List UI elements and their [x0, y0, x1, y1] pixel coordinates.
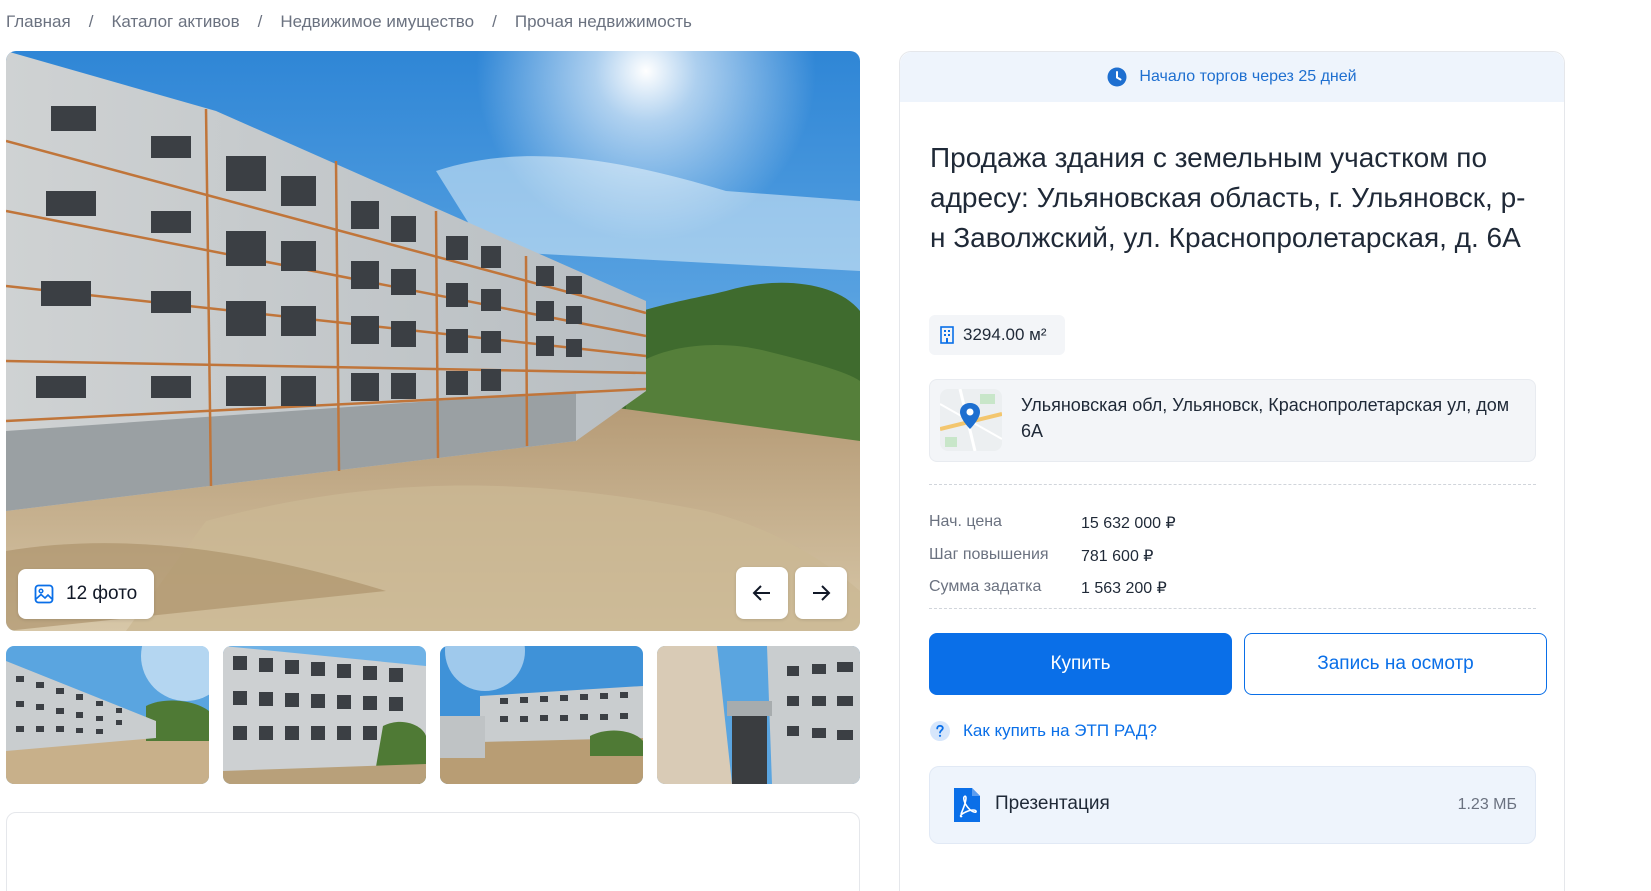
lot-details-card	[6, 812, 860, 891]
area-badge: 3294.00 м²	[929, 315, 1065, 355]
document-size: 1.23 МБ	[1457, 796, 1517, 813]
thumbnail-image	[6, 646, 209, 784]
bid-step-row: Шаг повышения 781 600 ₽	[929, 546, 1153, 566]
breadcrumb-other-real-estate[interactable]: Прочая недвижимость	[515, 12, 692, 32]
auction-start-banner: Начало торгов через 25 дней	[900, 52, 1564, 102]
address-card[interactable]: Ульяновская обл, Ульяновск, Краснопролет…	[929, 379, 1536, 462]
deposit-label: Сумма задатка	[929, 578, 1042, 595]
lot-info-panel: Начало торгов через 25 дней Продажа здан…	[899, 51, 1565, 891]
bid-step-label: Шаг повышения	[929, 546, 1049, 563]
clock-icon	[1107, 67, 1127, 87]
thumbnail-strip	[6, 646, 860, 784]
photo-count-button[interactable]: 12 фото	[18, 569, 154, 619]
how-to-buy-label: Как купить на ЭТП РАД?	[963, 721, 1157, 740]
thumbnail-3[interactable]	[440, 646, 643, 784]
thumbnail-image	[440, 646, 643, 784]
divider	[929, 484, 1536, 485]
pdf-file-icon	[954, 788, 980, 822]
thumbnail-4[interactable]	[657, 646, 860, 784]
breadcrumb-separator: /	[492, 12, 497, 31]
schedule-viewing-button[interactable]: Запись на осмотр	[1244, 633, 1547, 695]
image-icon	[34, 584, 54, 604]
breadcrumb-home[interactable]: Главная	[6, 12, 71, 32]
start-price-row: Нач. цена 15 632 000 ₽	[929, 513, 1176, 533]
thumbnail-2[interactable]	[223, 646, 426, 784]
photo-count-label: 12 фото	[66, 583, 138, 604]
breadcrumb-catalog[interactable]: Каталог активов	[111, 12, 239, 32]
map-thumbnail[interactable]	[940, 389, 1002, 451]
thumbnail-image	[223, 646, 426, 784]
thumbnail-image	[657, 646, 860, 784]
main-photo[interactable]: 12 фото	[6, 51, 860, 631]
bid-step-value: 781 600 ₽	[1081, 548, 1154, 565]
presentation-document[interactable]: Презентация 1.23 МБ	[929, 766, 1536, 844]
document-title: Презентация	[995, 793, 1110, 814]
divider	[929, 608, 1536, 609]
next-photo-button[interactable]	[795, 567, 847, 619]
start-price-value: 15 632 000 ₽	[1081, 515, 1176, 532]
thumbnail-1[interactable]	[6, 646, 209, 784]
breadcrumb-real-estate[interactable]: Недвижимое имущество	[280, 12, 474, 32]
arrow-right-icon	[813, 585, 831, 601]
map-pin-icon	[940, 389, 1002, 451]
question-icon	[930, 721, 950, 741]
deposit-row: Сумма задатка 1 563 200 ₽	[929, 578, 1167, 598]
previous-photo-button[interactable]	[736, 567, 788, 619]
buy-button[interactable]: Купить	[929, 633, 1232, 695]
building-photo	[6, 51, 860, 631]
breadcrumb-separator: /	[257, 12, 263, 31]
address-text: Ульяновская обл, Ульяновск, Краснопролет…	[1021, 395, 1510, 441]
lot-title: Продажа здания с земельным участком по а…	[930, 142, 1526, 253]
deposit-value: 1 563 200 ₽	[1081, 580, 1167, 597]
breadcrumb: Главная / Каталог активов / Недвижимое и…	[6, 12, 692, 32]
area-value: 3294.00 м²	[963, 325, 1047, 344]
auction-start-text: Начало торгов через 25 дней	[1139, 68, 1357, 85]
how-to-buy-link[interactable]: Как купить на ЭТП РАД?	[929, 720, 1157, 742]
building-icon	[940, 326, 954, 344]
arrow-left-icon	[752, 585, 770, 601]
breadcrumb-separator: /	[88, 12, 94, 31]
start-price-label: Нач. цена	[929, 513, 1002, 530]
